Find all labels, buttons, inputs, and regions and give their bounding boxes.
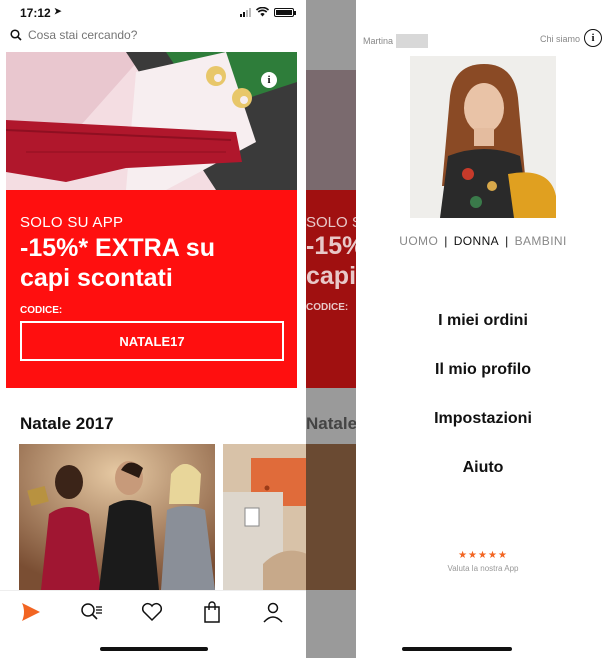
search-icon <box>10 29 22 41</box>
gender-separator: | <box>444 234 448 248</box>
shopping-bag-icon[interactable] <box>199 599 225 625</box>
about-link[interactable]: Chi siamo <box>540 34 580 44</box>
christmas-models-image[interactable] <box>19 444 215 590</box>
peek-headline-1: -15% <box>306 232 356 260</box>
battery-icon <box>274 7 296 17</box>
status-bar: 17:12 ➤ <box>0 0 306 24</box>
banner-tagline: SOLO SU APP <box>20 214 124 231</box>
wifi-icon <box>256 7 269 17</box>
cellular-signal-icon <box>240 7 251 17</box>
banner-image <box>6 52 297 190</box>
info-icon[interactable]: i <box>261 72 277 88</box>
screenshot: 17:12 ➤ Cosa stai cercando? i SOLO SU AP… <box>0 0 610 658</box>
search-list-icon[interactable] <box>78 599 104 625</box>
model-photo <box>410 56 556 218</box>
menu-item-settings[interactable]: Impostazioni <box>356 410 610 459</box>
user-greeting: Martina <box>363 34 429 48</box>
search-input[interactable] <box>28 28 268 42</box>
section-title: Natale 2017 <box>20 414 114 433</box>
gender-uomo[interactable]: UOMO <box>399 234 438 248</box>
menu-item-profile[interactable]: Il mio profilo <box>356 361 610 410</box>
banner-copy: SOLO SU APP -15%* EXTRA su capi scontati… <box>20 214 285 316</box>
peek-photo <box>306 444 356 590</box>
code-label: CODICE: <box>20 305 63 316</box>
location-arrow-icon: ➤ <box>54 6 62 16</box>
gender-separator: | <box>505 234 509 248</box>
profile-icon[interactable] <box>260 599 286 625</box>
banner-headline-2: capi scontati <box>20 264 173 292</box>
side-menu: Martina Chi siamo i UOMO | DONNA | BAMBINI I… <box>356 0 610 658</box>
promo-code-button[interactable]: NATALE17 <box>20 321 284 361</box>
menu-item-orders[interactable]: I miei ordini <box>356 312 610 361</box>
banner-headline-1: -15%* EXTRA su <box>20 234 215 262</box>
home-logo-icon[interactable] <box>18 599 44 625</box>
search-bar[interactable] <box>10 26 290 44</box>
peek-tagline: SOLO SU <box>306 214 356 231</box>
home-screen: 17:12 ➤ Cosa stai cercando? i SOLO SU AP… <box>0 0 306 658</box>
user-name: Martina <box>363 36 394 46</box>
home-indicator[interactable] <box>402 647 512 651</box>
heart-icon[interactable] <box>139 599 165 625</box>
peek-code-label: CODICE: <box>306 302 349 313</box>
status-time: 17:12 <box>20 6 51 20</box>
peek-headline-2: capi <box>306 262 356 290</box>
user-surname-redacted <box>396 34 429 48</box>
accessories-image[interactable] <box>223 444 306 590</box>
menu-item-help[interactable]: Aiuto <box>356 459 610 508</box>
info-icon[interactable]: i <box>584 29 602 47</box>
rate-app[interactable]: ★★★★★ Valuta la nostra App <box>356 550 610 573</box>
home-indicator[interactable] <box>100 647 208 651</box>
peek-banner-image <box>306 70 356 190</box>
gender-donna[interactable]: DONNA <box>454 234 499 248</box>
promo-banner[interactable]: i SOLO SU APP -15%* EXTRA su capi sconta… <box>6 52 297 388</box>
peek-section-title: Natale <box>306 414 356 433</box>
star-rating-icon[interactable]: ★★★★★ <box>356 550 610 561</box>
rate-app-label: Valuta la nostra App <box>447 564 519 573</box>
status-icons <box>240 7 296 17</box>
gender-selector: UOMO | DONNA | BAMBINI <box>356 234 610 248</box>
gender-bambini[interactable]: BAMBINI <box>515 234 567 248</box>
menu-list: I miei ordini Il mio profilo Impostazion… <box>356 312 610 508</box>
dimmed-overlay[interactable]: SOLO SU -15% capi CODICE: Natale <box>306 0 356 658</box>
